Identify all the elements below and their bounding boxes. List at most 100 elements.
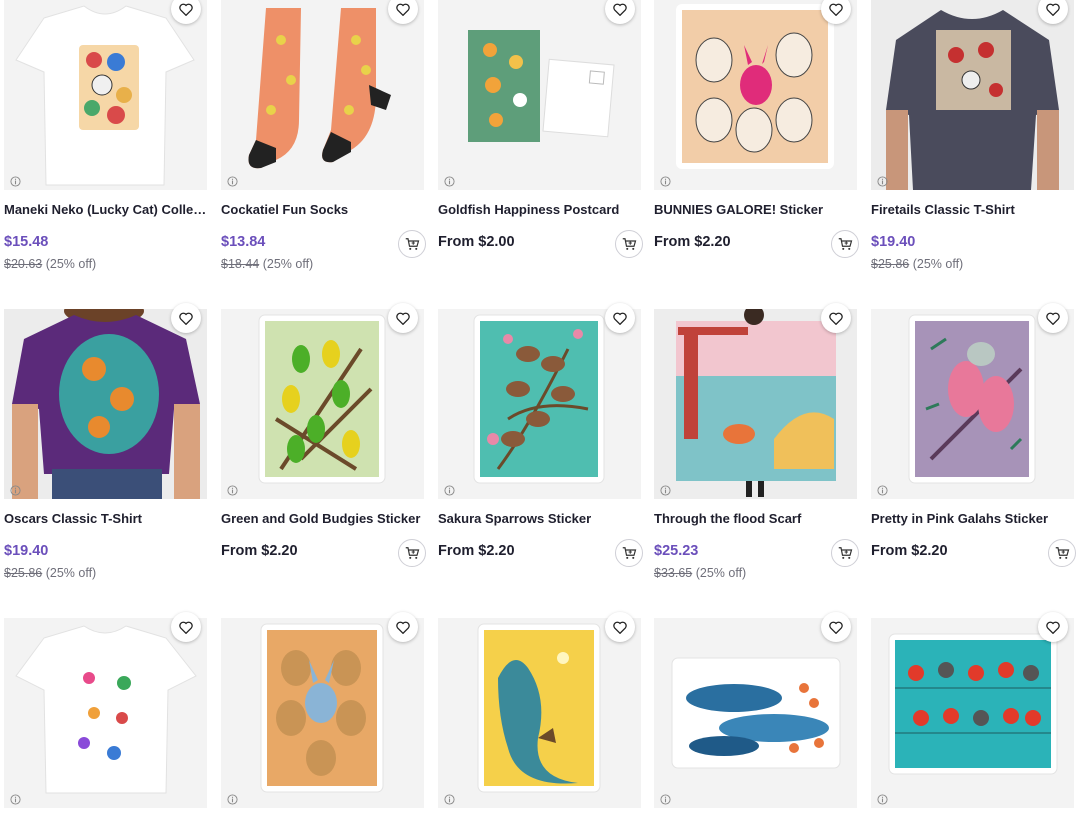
info-icon[interactable] xyxy=(877,485,888,496)
add-to-cart-button[interactable] xyxy=(1048,539,1076,567)
info-icon[interactable] xyxy=(10,176,21,187)
add-to-cart-button[interactable] xyxy=(831,230,859,258)
product-card[interactable] xyxy=(871,612,1074,808)
product-card[interactable]: Firetails Classic T-Shirt $19.40 $25.86 … xyxy=(871,0,1074,271)
product-title[interactable]: Sakura Sparrows Sticker xyxy=(438,511,641,526)
favorite-button[interactable] xyxy=(388,303,418,333)
favorite-button[interactable] xyxy=(821,612,851,642)
product-price: From $2.20 xyxy=(221,543,298,559)
product-image[interactable] xyxy=(871,0,1074,190)
cart-icon xyxy=(838,547,852,559)
cart-icon xyxy=(1055,547,1069,559)
product-price: $19.40 xyxy=(871,234,916,250)
favorite-button[interactable] xyxy=(1038,612,1068,642)
product-card[interactable]: Through the flood Scarf $25.23 $33.65 (2… xyxy=(654,303,859,580)
product-image[interactable] xyxy=(4,0,207,190)
product-title[interactable]: Firetails Classic T-Shirt xyxy=(871,202,1074,217)
sticker-image xyxy=(438,618,641,808)
info-icon[interactable] xyxy=(877,794,888,805)
info-icon[interactable] xyxy=(660,485,671,496)
product-card[interactable]: Cockatiel Fun Socks $13.84 $18.44 (25% o… xyxy=(221,0,426,271)
product-image[interactable] xyxy=(221,618,424,808)
product-image[interactable] xyxy=(654,309,857,499)
add-to-cart-button[interactable] xyxy=(615,539,643,567)
original-price: $18.44 (25% off) xyxy=(221,257,314,271)
info-icon[interactable] xyxy=(660,794,671,805)
product-title[interactable]: Oscars Classic T-Shirt xyxy=(4,511,207,526)
product-card[interactable] xyxy=(221,612,424,808)
cart-icon xyxy=(838,238,852,250)
product-image[interactable] xyxy=(438,0,641,190)
info-icon[interactable] xyxy=(227,485,238,496)
cart-icon xyxy=(405,238,419,250)
add-to-cart-button[interactable] xyxy=(398,230,426,258)
favorite-button[interactable] xyxy=(821,303,851,333)
original-price: $20.63 (25% off) xyxy=(4,257,97,271)
info-icon[interactable] xyxy=(877,176,888,187)
product-image[interactable] xyxy=(221,309,424,499)
favorite-button[interactable] xyxy=(388,612,418,642)
product-price: $13.84 xyxy=(221,234,266,250)
cart-icon xyxy=(622,547,636,559)
product-card[interactable]: Pretty in Pink Galahs Sticker From $2.20 xyxy=(871,303,1076,567)
product-image[interactable] xyxy=(221,0,424,190)
product-image[interactable] xyxy=(654,0,857,190)
product-title[interactable]: Pretty in Pink Galahs Sticker xyxy=(871,511,1074,526)
product-image[interactable] xyxy=(654,618,857,808)
tshirt-image xyxy=(871,0,1074,190)
sticker-image xyxy=(871,618,1074,808)
product-title[interactable]: Cockatiel Fun Socks xyxy=(221,202,424,217)
sticker-image xyxy=(871,309,1074,499)
heart-icon xyxy=(829,621,843,634)
product-price: $25.23 xyxy=(654,543,699,559)
product-title[interactable]: Green and Gold Budgies Sticker xyxy=(221,511,424,526)
info-icon[interactable] xyxy=(10,485,21,496)
product-image[interactable] xyxy=(871,309,1074,499)
cart-icon xyxy=(622,238,636,250)
original-price: $25.86 (25% off) xyxy=(4,566,97,580)
product-title[interactable]: Goldfish Happiness Postcard xyxy=(438,202,641,217)
favorite-button[interactable] xyxy=(1038,303,1068,333)
product-title[interactable]: Maneki Neko (Lucky Cat) Collect... xyxy=(4,202,207,217)
add-to-cart-button[interactable] xyxy=(398,539,426,567)
product-image[interactable] xyxy=(438,618,641,808)
heart-icon xyxy=(1046,3,1060,16)
product-card[interactable]: Goldfish Happiness Postcard From $2.00 xyxy=(438,0,643,258)
product-image[interactable] xyxy=(4,618,207,808)
favorite-button[interactable] xyxy=(605,303,635,333)
heart-icon xyxy=(396,312,410,325)
favorite-button[interactable] xyxy=(171,303,201,333)
product-image[interactable] xyxy=(438,309,641,499)
info-icon[interactable] xyxy=(10,794,21,805)
heart-icon xyxy=(1046,312,1060,325)
tshirt-image xyxy=(4,309,207,499)
info-icon[interactable] xyxy=(227,794,238,805)
info-icon[interactable] xyxy=(444,794,455,805)
add-to-cart-button[interactable] xyxy=(831,539,859,567)
heart-icon xyxy=(179,3,193,16)
product-card[interactable]: Green and Gold Budgies Sticker From $2.2… xyxy=(221,303,426,567)
product-card[interactable] xyxy=(654,612,857,808)
tshirt-image xyxy=(4,618,207,808)
product-card[interactable]: Oscars Classic T-Shirt $19.40 $25.86 (25… xyxy=(4,303,207,580)
product-card[interactable]: BUNNIES GALORE! Sticker From $2.20 xyxy=(654,0,859,258)
product-image[interactable] xyxy=(871,618,1074,808)
info-icon[interactable] xyxy=(444,176,455,187)
product-card[interactable] xyxy=(4,612,207,808)
product-image[interactable] xyxy=(4,309,207,499)
info-icon[interactable] xyxy=(660,176,671,187)
sticker-image xyxy=(654,0,857,190)
info-icon[interactable] xyxy=(227,176,238,187)
product-card[interactable]: Maneki Neko (Lucky Cat) Collect... $15.4… xyxy=(4,0,207,271)
sticker-image xyxy=(438,309,641,499)
product-card[interactable] xyxy=(438,612,641,808)
heart-icon xyxy=(396,621,410,634)
info-icon[interactable] xyxy=(444,485,455,496)
favorite-button[interactable] xyxy=(605,612,635,642)
add-to-cart-button[interactable] xyxy=(615,230,643,258)
product-title[interactable]: BUNNIES GALORE! Sticker xyxy=(654,202,857,217)
tshirt-image xyxy=(4,0,207,190)
product-card[interactable]: Sakura Sparrows Sticker From $2.20 xyxy=(438,303,643,567)
product-title[interactable]: Through the flood Scarf xyxy=(654,511,857,526)
favorite-button[interactable] xyxy=(171,612,201,642)
